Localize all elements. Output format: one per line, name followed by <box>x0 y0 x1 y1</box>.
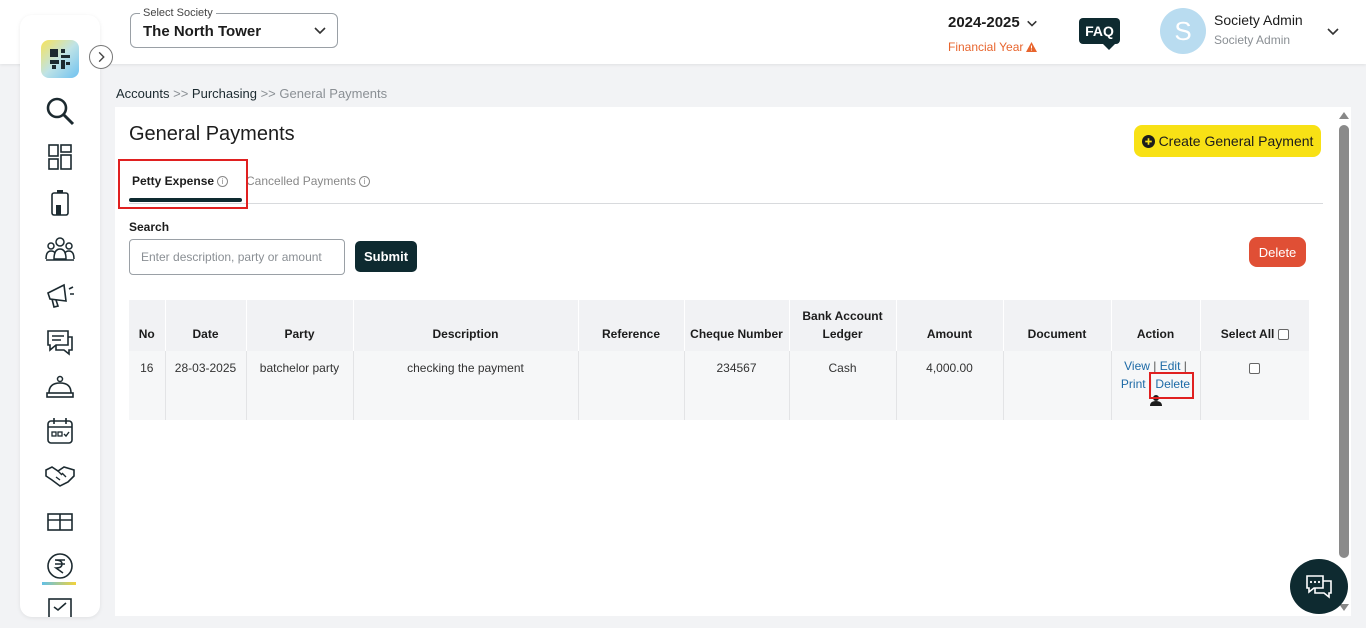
action-separator: | <box>1153 359 1157 373</box>
header-cheque-number: Cheque Number <box>683 300 789 351</box>
chat-icon[interactable] <box>44 325 76 357</box>
avatar[interactable]: S <box>1160 8 1206 54</box>
breadcrumb-separator: >> <box>173 86 189 101</box>
announcement-icon[interactable] <box>44 279 76 311</box>
breadcrumb-current: General Payments <box>279 86 388 101</box>
header-no: No <box>129 300 165 351</box>
calendar-icon[interactable] <box>44 415 76 447</box>
society-select-value: The North Tower <box>143 23 262 40</box>
row-checkbox[interactable] <box>1249 363 1261 375</box>
dashboard-icon[interactable] <box>44 141 76 173</box>
header-reference: Reference <box>577 300 684 351</box>
chevron-down-icon[interactable] <box>1326 24 1340 38</box>
chat-icon <box>1306 575 1332 599</box>
search-input[interactable] <box>129 239 345 275</box>
create-general-payment-button[interactable]: Create General Payment <box>1134 125 1321 157</box>
info-icon[interactable]: i <box>359 175 371 187</box>
table-header-row: No Date Party Description Reference Cheq… <box>129 300 1309 351</box>
cell-bank-account-ledger: Cash <box>788 351 896 420</box>
scroll-up-icon[interactable] <box>1339 112 1349 119</box>
scroll-down-icon[interactable] <box>1339 604 1349 611</box>
chat-support-button[interactable] <box>1290 559 1348 614</box>
financial-year-label: Financial Year <box>948 40 1024 54</box>
financial-year-value: 2024-2025 <box>948 14 1020 31</box>
tab-cancelled-payments-label: Cancelled Payments <box>246 174 357 188</box>
chevron-down-icon <box>314 27 326 35</box>
header-bank-account-ledger: Bank Account Ledger <box>788 300 896 351</box>
breadcrumb: Accounts >> Purchasing >> General Paymen… <box>116 86 387 101</box>
header-select-all: Select All <box>1199 300 1309 351</box>
breadcrumb-purchasing[interactable]: Purchasing <box>192 86 257 101</box>
sidebar <box>20 15 100 617</box>
society-select-label: Select Society <box>140 7 216 19</box>
plus-circle-icon <box>1141 134 1155 148</box>
cell-party: batchelor party <box>245 351 353 420</box>
page-title: General Payments <box>129 123 295 145</box>
highlight-box <box>1149 372 1194 399</box>
scrollbar-thumb[interactable] <box>1339 125 1349 558</box>
members-icon[interactable] <box>44 233 76 265</box>
warning-icon <box>1026 42 1038 52</box>
sidebar-toggle-button[interactable] <box>89 45 113 69</box>
building-icon[interactable] <box>44 187 76 219</box>
highlight-box <box>118 159 248 209</box>
facility-icon[interactable] <box>44 505 76 537</box>
active-indicator <box>42 582 76 585</box>
cell-reference <box>577 351 684 420</box>
faq-button[interactable]: FAQ <box>1079 18 1120 50</box>
user-name: Society Admin <box>1214 12 1303 28</box>
rupee-icon[interactable] <box>44 550 76 582</box>
select-all-label: Select All <box>1220 327 1275 341</box>
service-icon[interactable] <box>44 371 76 403</box>
header-date: Date <box>164 300 246 351</box>
cell-document <box>1002 351 1111 420</box>
cell-select <box>1199 351 1309 420</box>
cell-cheque-number: 234567 <box>683 351 789 420</box>
view-link[interactable]: View <box>1124 359 1150 373</box>
select-all-checkbox[interactable] <box>1277 329 1289 341</box>
chevron-down-icon <box>1026 20 1037 27</box>
delete-button[interactable]: Delete <box>1249 237 1306 267</box>
top-header: Select Society The North Tower 2024-2025… <box>0 0 1366 64</box>
cell-date: 28-03-2025 <box>164 351 246 420</box>
payments-table: No Date Party Description Reference Cheq… <box>129 300 1309 420</box>
search-icon[interactable] <box>44 95 76 127</box>
society-select[interactable]: Select Society The North Tower <box>130 7 338 48</box>
header-amount: Amount <box>895 300 1003 351</box>
header-description: Description <box>352 300 578 351</box>
cell-amount: 4,000.00 <box>895 351 1003 420</box>
breadcrumb-separator: >> <box>260 86 276 101</box>
user-role: Society Admin <box>1214 33 1291 47</box>
financial-year-selector[interactable]: 2024-2025 Financial Year <box>948 14 1048 54</box>
create-general-payment-label: Create General Payment <box>1158 133 1314 149</box>
tab-cancelled-payments[interactable]: Cancelled Payments i <box>246 174 371 188</box>
breadcrumb-accounts[interactable]: Accounts <box>116 86 169 101</box>
main-card: General Payments Create General Payment … <box>115 107 1351 616</box>
checklist-icon[interactable] <box>44 595 76 617</box>
submit-button[interactable]: Submit <box>355 241 417 272</box>
logo-icon[interactable] <box>41 40 79 78</box>
edit-link[interactable]: Edit <box>1160 359 1181 373</box>
action-separator: | <box>1183 359 1187 373</box>
cell-no: 16 <box>129 351 165 420</box>
print-link[interactable]: Print <box>1121 377 1146 391</box>
header-party: Party <box>245 300 353 351</box>
cell-description: checking the payment <box>352 351 578 420</box>
header-document: Document <box>1002 300 1111 351</box>
search-label: Search <box>129 220 170 234</box>
tab-divider <box>129 203 1323 204</box>
header-action: Action <box>1110 300 1200 351</box>
table-row: 16 28-03-2025 batchelor party checking t… <box>129 351 1309 420</box>
handshake-icon[interactable] <box>44 459 76 491</box>
